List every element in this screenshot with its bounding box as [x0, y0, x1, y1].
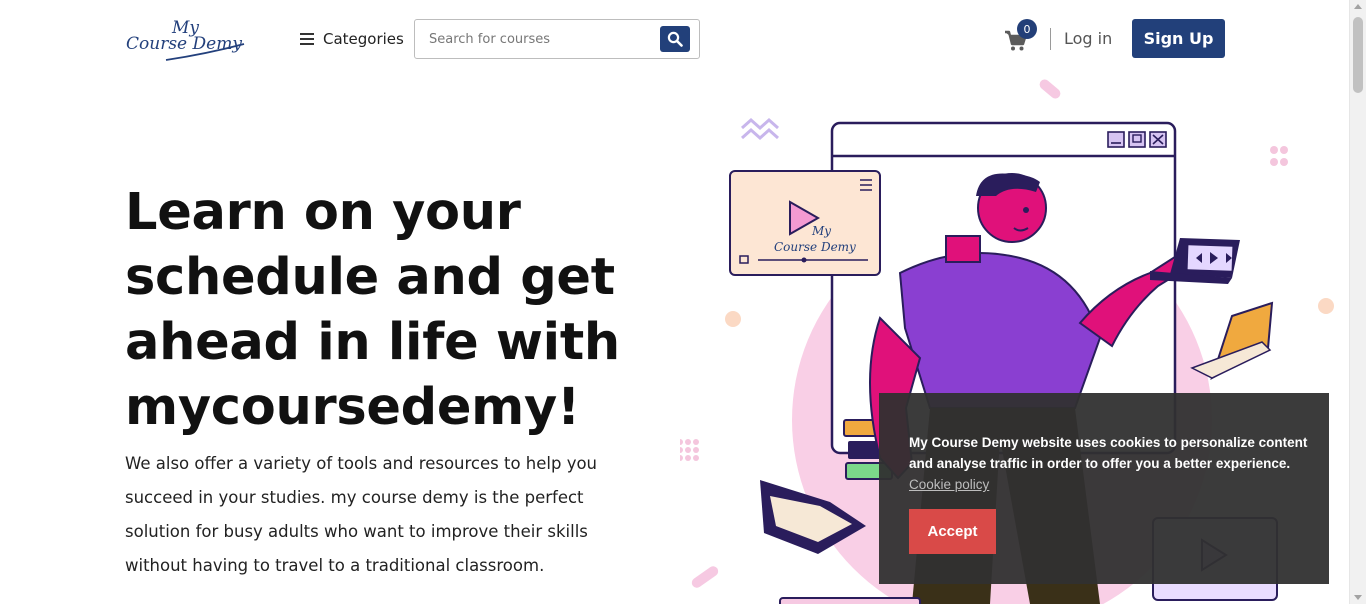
page-scrollbar[interactable]	[1349, 0, 1366, 604]
video-logo-course-demy: Course Demy	[774, 240, 856, 254]
video-logo-my: My	[811, 224, 831, 238]
hero-description: We also offer a variety of tools and res…	[125, 454, 598, 575]
cookie-policy-link[interactable]: Cookie policy	[909, 477, 989, 492]
search-bar	[414, 19, 700, 59]
cart-count-badge: 0	[1017, 19, 1037, 39]
hero-title: Learn on your schedule and get ahead in …	[125, 183, 620, 437]
logo-swoosh	[165, 43, 245, 61]
scroll-thumb[interactable]	[1353, 17, 1363, 93]
categories-label: Categories	[323, 30, 404, 48]
categories-menu[interactable]: Categories	[300, 28, 404, 50]
site-logo[interactable]: My Course Demy	[126, 18, 250, 64]
scroll-down-arrow[interactable]	[1354, 595, 1362, 600]
signup-button[interactable]: Sign Up	[1132, 19, 1225, 58]
search-icon	[667, 31, 683, 47]
cart-button[interactable]: 0	[1004, 19, 1037, 52]
site-header: My Course Demy Categories 0 Log in Sign …	[0, 0, 1349, 80]
search-input[interactable]	[429, 29, 659, 49]
cookie-accept-button[interactable]: Accept	[909, 509, 996, 554]
search-button[interactable]	[660, 26, 690, 52]
header-divider	[1050, 28, 1051, 50]
cookie-message-text: My Course Demy website uses cookies to p…	[909, 435, 1308, 471]
cookie-message: My Course Demy website uses cookies to p…	[909, 432, 1309, 495]
cookie-banner: My Course Demy website uses cookies to p…	[879, 393, 1329, 584]
scroll-up-arrow[interactable]	[1354, 4, 1362, 9]
window-controls	[1107, 131, 1167, 148]
login-link[interactable]: Log in	[1064, 29, 1112, 48]
hamburger-icon	[300, 33, 314, 45]
